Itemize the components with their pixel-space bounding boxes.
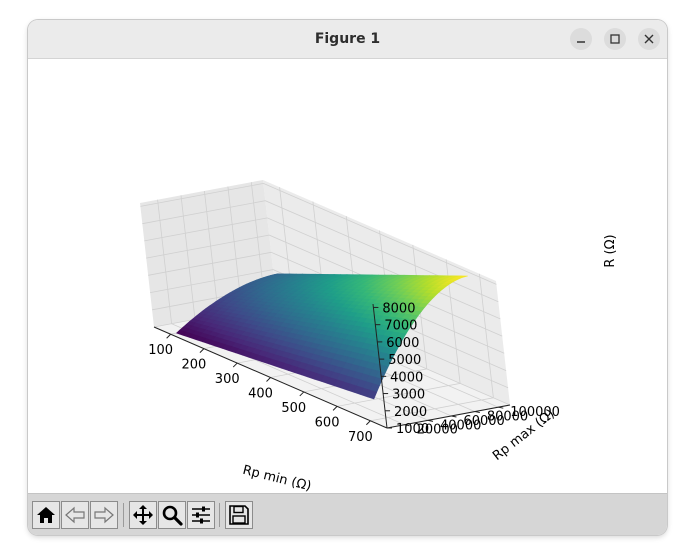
z-tick-label: 2000 — [394, 405, 427, 420]
home-button[interactable] — [32, 501, 60, 529]
y-tick-mark — [451, 415, 457, 418]
x-tick-label: 300 — [215, 372, 240, 387]
close-button[interactable] — [638, 28, 660, 50]
minimize-button[interactable] — [570, 28, 592, 50]
x-tick-label: 200 — [182, 358, 207, 373]
x-tick-mark — [199, 348, 205, 353]
configure-subplots-button[interactable] — [187, 501, 215, 529]
y-tick-mark — [474, 411, 480, 414]
x-tick-mark — [366, 420, 371, 426]
back-button[interactable] — [61, 501, 89, 529]
z-axis-label: R (Ω) — [603, 234, 618, 267]
z-tick-label: 8000 — [382, 301, 415, 316]
x-tick-mark — [299, 391, 305, 397]
title-bar[interactable]: Figure 1 — [28, 20, 667, 59]
home-icon — [37, 507, 55, 523]
z-tick-label: 7000 — [384, 319, 417, 334]
x-tick-label: 600 — [315, 415, 340, 430]
z-tick-label: 5000 — [388, 353, 421, 368]
surface-plot: 100200300400500600700 2000040000600008000… — [140, 180, 618, 493]
x-tick-label: 400 — [248, 387, 273, 402]
x-tick-label: 500 — [281, 401, 306, 416]
x-tick-mark — [266, 377, 271, 382]
minimize-icon — [577, 41, 585, 43]
save-icon — [229, 505, 249, 525]
figure-window: Figure 1 100 200 300 400 500 600 700 20000 40000… — [28, 20, 667, 535]
toolbar-separator — [219, 503, 220, 527]
save-button[interactable] — [225, 501, 253, 529]
z-tick-label: 1000 — [396, 422, 429, 437]
y-tick-mark — [498, 406, 504, 409]
z-tick-label: 6000 — [386, 336, 419, 351]
forward-button[interactable] — [90, 501, 118, 529]
x-tick-mark — [232, 362, 238, 368]
pan-button[interactable] — [129, 501, 157, 529]
zoom-icon — [162, 505, 183, 526]
z-tick-label: 4000 — [390, 370, 423, 385]
close-icon — [644, 34, 654, 44]
x-axis-label: Rp min (Ω) — [241, 463, 313, 493]
maximize-button[interactable] — [604, 28, 626, 50]
configure-subplots-icon — [192, 506, 210, 524]
x-tick-label: 100 — [148, 343, 173, 358]
forward-arrow-icon — [94, 506, 114, 524]
toolbar-separator — [123, 503, 124, 527]
navigation-toolbar — [28, 493, 667, 535]
x-tick-mark — [332, 406, 338, 411]
plot-canvas[interactable]: 100 200 300 400 500 600 700 20000 40000 60000 8000… — [28, 59, 667, 493]
x-tick-mark — [166, 333, 171, 339]
zoom-button[interactable] — [158, 501, 186, 529]
maximize-icon — [610, 34, 620, 44]
z-tick-label: 3000 — [392, 388, 425, 403]
x-tick-label: 700 — [348, 430, 373, 445]
back-arrow-icon — [65, 506, 85, 524]
pan-icon — [133, 505, 153, 525]
